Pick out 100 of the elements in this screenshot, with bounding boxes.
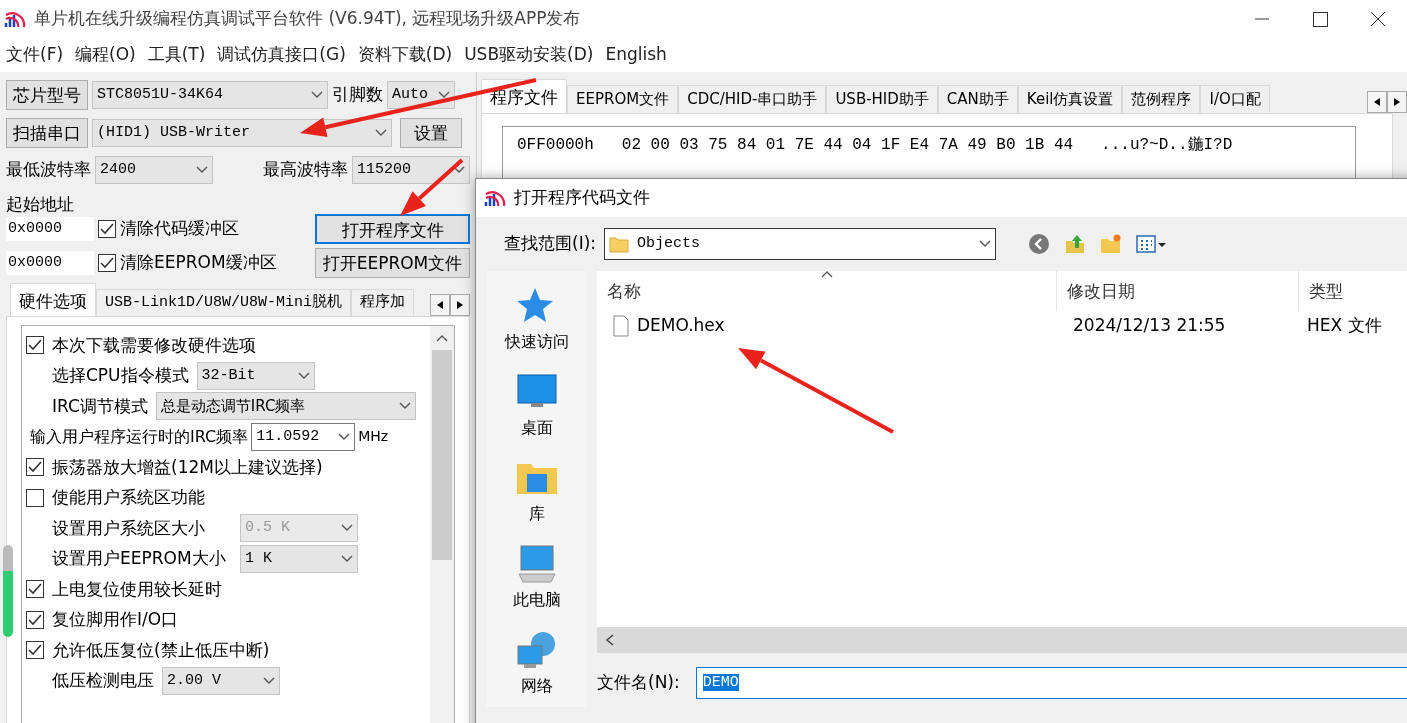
place-label[interactable]: 网络	[520, 674, 553, 698]
option-select[interactable]: 1 K	[240, 544, 358, 573]
pin-count-select[interactable]: Auto	[387, 81, 455, 109]
menu-item[interactable]: 资料下载(D)	[351, 42, 459, 68]
checkbox-label: 振荡器放大增益(12M以上建议选择)	[52, 455, 323, 479]
window-title: 单片机在线升级编程仿真调试平台软件 (V6.94T), 远程现场升级APP发布	[34, 7, 581, 31]
dialog-title: 打开程序代码文件	[514, 186, 650, 210]
tab[interactable]: USB-Link1D/U8W/U8W-Mini脱机	[96, 288, 352, 316]
folder-icon	[609, 235, 629, 253]
option-label: 选择CPU指令模式	[52, 364, 189, 387]
menu-item[interactable]: 编程(O)	[69, 42, 142, 68]
option-label: 低压检测电压	[52, 669, 154, 692]
frequency-combo[interactable]: 11.0592	[251, 422, 356, 451]
tab[interactable]: 程序文件	[481, 79, 567, 113]
file-date: 2024/12/13 21:55	[1073, 315, 1226, 336]
place-label[interactable]: 库	[528, 502, 545, 526]
chevron-icon	[311, 91, 323, 99]
menu-item[interactable]: USB驱动安装(D)	[458, 42, 600, 68]
address-field[interactable]: 0x0000	[6, 250, 94, 275]
scroll-left-icon[interactable]	[605, 634, 615, 646]
tab[interactable]: USB-HID助手	[826, 85, 938, 113]
checkbox[interactable]	[26, 580, 44, 599]
checkbox-label: 允许低压复位(禁止低压中断)	[52, 638, 270, 662]
scrollbar-thumb[interactable]	[432, 350, 452, 560]
checkbox[interactable]	[26, 641, 44, 660]
port-select[interactable]: (HID1) USB-Writer	[92, 119, 392, 147]
checkbox[interactable]	[26, 610, 44, 629]
place-label[interactable]: 此电脑	[512, 588, 561, 612]
hex-address: 0FF0000h	[517, 134, 594, 156]
column-header[interactable]: 类型	[1299, 271, 1407, 311]
settings-button[interactable]: 设置	[400, 118, 462, 148]
file-name[interactable]: DEMO.hex	[637, 313, 725, 339]
option-select[interactable]: 总是动态调节IRC频率	[155, 392, 416, 421]
pin-count-label: 引脚数	[332, 83, 383, 107]
app-logo-icon	[4, 9, 26, 29]
checkbox[interactable]	[26, 458, 44, 477]
checkbox[interactable]	[98, 219, 116, 238]
place-label[interactable]: 快速访问	[504, 330, 569, 354]
tab[interactable]: CDC/HID-串口助手	[678, 85, 827, 113]
file-name-label: 文件名(N):	[597, 671, 680, 695]
min-baud-select[interactable]: 2400	[95, 156, 213, 184]
max-baud-select[interactable]: 115200	[352, 156, 470, 184]
tab[interactable]: I/O口配	[1200, 85, 1270, 113]
checkbox-label: 本次下载需要修改硬件选项	[52, 333, 256, 357]
right-arrow-icon[interactable]	[1394, 97, 1400, 106]
left-arrow-icon[interactable]	[1374, 97, 1380, 106]
view-menu-icon[interactable]	[1136, 233, 1168, 255]
menu-item[interactable]: 文件(F)	[0, 42, 70, 68]
min-baud-label: 最低波特率	[6, 158, 91, 182]
chevron-icon	[979, 240, 991, 248]
sort-caret-icon	[821, 271, 833, 278]
chip-type-button[interactable]: 芯片型号	[6, 80, 88, 110]
column-header[interactable]: 名称	[597, 271, 1057, 311]
chevron-icon	[196, 166, 208, 174]
folder-select[interactable]: Objects	[604, 228, 996, 260]
scroll-up-icon[interactable]	[436, 334, 448, 342]
checkbox-label: 清除代码缓冲区	[120, 216, 240, 240]
chevron-icon	[341, 554, 353, 563]
checkbox[interactable]	[26, 488, 44, 507]
option-label: 输入用户程序运行时的IRC频率	[30, 425, 249, 448]
open-file-button[interactable]: 打开程序文件	[315, 213, 470, 244]
address-field[interactable]: 0x0000	[6, 216, 94, 241]
open-file-button[interactable]: 打开EEPROM文件	[315, 247, 470, 278]
tab[interactable]: 程序加	[351, 288, 415, 316]
tab[interactable]: EEPROM文件	[567, 85, 679, 113]
unit-label: MHz	[358, 427, 389, 447]
place-label[interactable]: 桌面	[520, 416, 553, 440]
max-baud-label: 最高波特率	[263, 158, 348, 182]
checkbox[interactable]	[26, 336, 44, 355]
chevron-icon	[375, 129, 387, 137]
tab[interactable]: 硬件选项	[10, 282, 96, 316]
up-folder-icon[interactable]	[1064, 233, 1086, 255]
scan-port-button[interactable]: 扫描串口	[6, 118, 88, 148]
option-label: IRC调节模式	[52, 394, 148, 418]
menu-item[interactable]: English	[599, 42, 673, 68]
chevron-icon	[263, 676, 275, 685]
menu-item[interactable]: 调试仿真接口(G)	[211, 42, 352, 68]
tab[interactable]: Keil仿真设置	[1017, 85, 1123, 113]
chip-select[interactable]: STC8051U-34K64	[92, 81, 328, 109]
app-logo-icon	[484, 188, 506, 208]
option-label: 设置用户EEPROM大小	[52, 547, 227, 570]
hex-bytes: 02 00 03 75 84 01 7E 44 04 1F E4 7A 49 B0 1B 44	[621, 134, 1074, 156]
checkbox-label: 上电复位使用较长延时	[52, 577, 222, 601]
chevron-icon	[338, 432, 351, 441]
tab[interactable]: 范例程序	[1122, 85, 1201, 113]
checkbox[interactable]	[98, 253, 116, 272]
option-select[interactable]: 32-Bit	[196, 361, 315, 390]
option-select[interactable]: 2.00 V	[162, 666, 280, 695]
tab[interactable]: CAN助手	[937, 85, 1018, 113]
checkbox-label: 使能用户系统区功能	[52, 486, 205, 509]
look-in-label: 查找范围(I):	[504, 232, 596, 256]
right-arrow-icon[interactable]	[457, 301, 463, 309]
left-arrow-icon[interactable]	[437, 301, 443, 309]
file-name-field[interactable]: DEMO	[695, 667, 1407, 699]
menu-item[interactable]: 工具(T)	[141, 42, 212, 68]
chevron-icon	[297, 371, 310, 380]
column-header[interactable]: 修改日期	[1057, 271, 1299, 311]
file-type: HEX 文件	[1307, 315, 1382, 336]
chevron-icon	[341, 524, 353, 533]
back-icon[interactable]	[1028, 233, 1050, 255]
